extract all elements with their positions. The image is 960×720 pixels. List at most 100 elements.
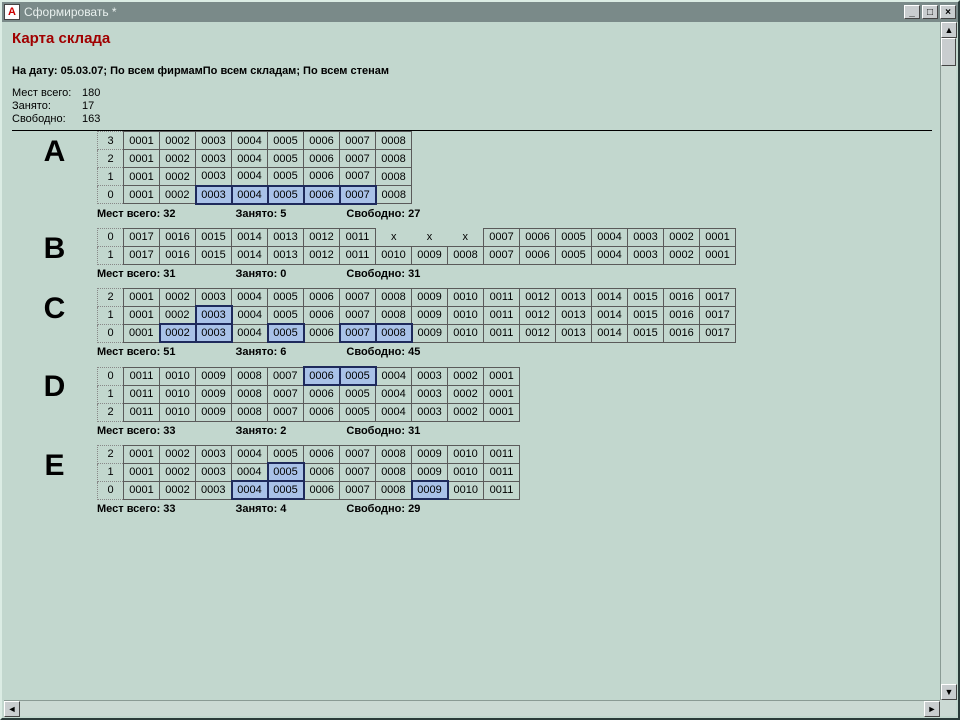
grid-cell[interactable]: 0005 [556,246,592,264]
grid-cell[interactable]: 0016 [664,288,700,306]
grid-cell[interactable]: 0002 [448,367,484,385]
grid-cell[interactable]: 0001 [700,228,736,246]
grid-cell[interactable]: 0003 [412,367,448,385]
scroll-down-icon[interactable]: ▼ [941,684,957,700]
grid-cell[interactable]: 0001 [124,445,160,463]
grid-cell[interactable]: 0006 [304,168,340,186]
grid-cell[interactable]: 0004 [232,150,268,168]
grid-cell[interactable]: 0001 [124,324,160,342]
grid-cell[interactable]: 0010 [160,385,196,403]
grid-cell[interactable]: 0003 [628,228,664,246]
grid-cell[interactable]: 0004 [592,246,628,264]
grid-cell[interactable]: 0001 [124,132,160,150]
grid-cell[interactable]: 0004 [232,168,268,186]
grid-cell[interactable]: 0017 [124,246,160,264]
grid-cell[interactable]: 0010 [376,246,412,264]
grid-cell[interactable]: 0013 [556,306,592,324]
grid-cell[interactable]: 0006 [520,228,556,246]
grid-cell-occupied[interactable]: 0006 [304,186,340,204]
grid-cell[interactable]: 0005 [340,403,376,421]
grid-cell[interactable]: 0004 [232,288,268,306]
grid-cell[interactable]: 0014 [592,306,628,324]
grid-cell[interactable]: 0009 [412,324,448,342]
close-button[interactable]: × [940,5,956,19]
grid-cell[interactable]: 0004 [232,463,268,481]
grid-cell-occupied[interactable]: 0005 [340,367,376,385]
grid-cell[interactable]: 0006 [304,463,340,481]
grid-cell[interactable]: 0003 [628,246,664,264]
grid-cell[interactable]: 0004 [376,385,412,403]
grid-cell[interactable]: 0007 [340,481,376,499]
grid-cell[interactable]: 0011 [484,288,520,306]
grid-cell[interactable]: 0002 [664,228,700,246]
grid-cell[interactable]: 0010 [160,367,196,385]
grid-cell[interactable]: 0002 [160,445,196,463]
grid-cell[interactable]: 0004 [232,132,268,150]
grid-cell[interactable]: 0007 [484,228,520,246]
grid-cell[interactable]: 0008 [376,186,412,204]
grid-cell[interactable]: 0015 [196,228,232,246]
grid-cell[interactable]: 0014 [592,324,628,342]
grid-cell[interactable]: 0003 [196,150,232,168]
grid-cell[interactable]: 0008 [448,246,484,264]
grid-cell[interactable]: 0010 [448,463,484,481]
grid-cell[interactable]: 0002 [160,186,196,204]
grid-cell[interactable]: 0017 [700,324,736,342]
grid-cell[interactable]: 0017 [700,288,736,306]
grid-cell[interactable]: 0011 [484,306,520,324]
grid-cell[interactable]: 0001 [700,246,736,264]
grid-cell[interactable]: 0003 [196,445,232,463]
grid-cell[interactable]: 0003 [412,403,448,421]
grid-cell[interactable]: 0003 [412,385,448,403]
grid-cell[interactable]: 0001 [484,385,520,403]
grid-cell[interactable]: 0001 [124,288,160,306]
grid-cell[interactable]: 0011 [124,367,160,385]
grid-cell[interactable]: 0014 [232,228,268,246]
grid-cell[interactable]: 0008 [376,132,412,150]
grid-cell[interactable]: 0008 [376,463,412,481]
grid-cell[interactable]: 0007 [340,445,376,463]
grid-cell[interactable]: 0014 [232,246,268,264]
grid-cell-occupied[interactable]: 0005 [268,463,304,481]
grid-cell[interactable]: 0002 [160,481,196,499]
grid-cell[interactable]: 0002 [160,288,196,306]
grid-cell[interactable]: 0011 [484,463,520,481]
grid-cell[interactable]: 0013 [556,288,592,306]
grid-cell[interactable]: 0002 [160,132,196,150]
grid-cell[interactable]: 0008 [376,445,412,463]
grid-cell[interactable]: 0005 [268,168,304,186]
grid-cell[interactable]: 0005 [268,132,304,150]
grid-cell[interactable]: 0002 [448,385,484,403]
grid-cell[interactable]: 0013 [268,228,304,246]
grid-cell[interactable]: 0009 [412,288,448,306]
scroll-thumb[interactable] [941,38,956,66]
grid-cell[interactable]: 0016 [664,306,700,324]
grid-cell[interactable]: 0004 [232,324,268,342]
maximize-button[interactable]: □ [922,5,938,19]
grid-cell[interactable]: 0016 [160,228,196,246]
grid-cell[interactable]: 0017 [124,228,160,246]
grid-cell[interactable]: 0006 [304,306,340,324]
grid-cell[interactable]: 0001 [124,306,160,324]
grid-cell[interactable]: 0011 [340,228,376,246]
grid-cell[interactable]: 0015 [628,306,664,324]
grid-cell[interactable]: 0012 [520,324,556,342]
grid-cell[interactable]: 0005 [556,228,592,246]
grid-cell[interactable]: 0012 [520,288,556,306]
grid-cell[interactable]: 0013 [268,246,304,264]
grid-cell[interactable]: 0010 [448,445,484,463]
grid-cell-occupied[interactable]: 0003 [196,324,232,342]
grid-cell[interactable]: 0005 [268,150,304,168]
grid-cell-occupied[interactable]: 0006 [304,367,340,385]
grid-cell[interactable]: 0017 [700,306,736,324]
grid-cell-occupied[interactable]: 0005 [268,186,304,204]
grid-cell[interactable]: 0007 [340,463,376,481]
grid-cell[interactable]: 0009 [412,463,448,481]
grid-cell[interactable]: 0003 [196,168,232,186]
grid-cell[interactable]: 0007 [340,132,376,150]
grid-cell[interactable]: 0015 [196,246,232,264]
grid-cell[interactable]: 0012 [520,306,556,324]
grid-cell[interactable]: 0015 [628,288,664,306]
grid-cell[interactable]: 0011 [340,246,376,264]
grid-cell-occupied[interactable]: 0007 [340,186,376,204]
